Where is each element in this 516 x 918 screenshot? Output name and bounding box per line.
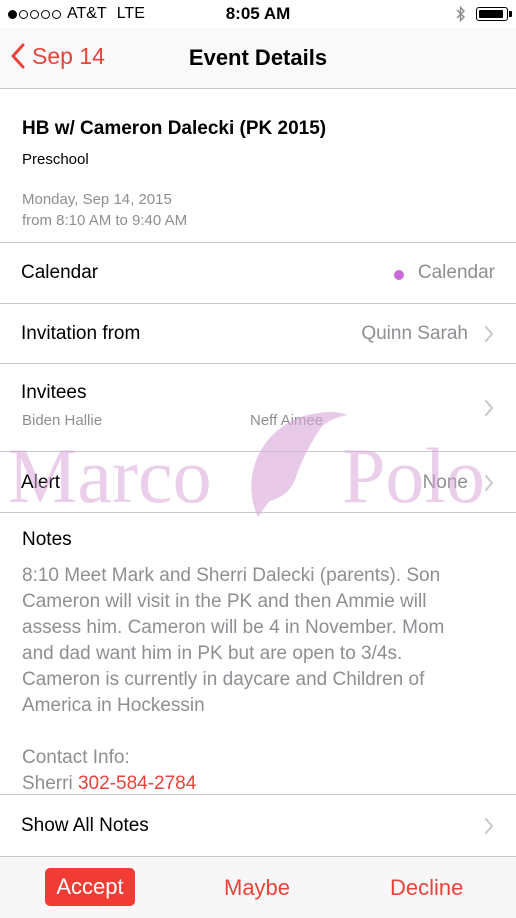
contact-name: Sherri: [22, 773, 73, 794]
contact-info-label: Contact Info:: [22, 747, 130, 768]
chevron-right-icon: [485, 475, 493, 491]
invitation-label: Invitation from: [21, 323, 141, 344]
accept-button[interactable]: Accept: [45, 868, 135, 906]
maybe-button[interactable]: Maybe: [224, 875, 290, 901]
navigation-bar: Sep 14 Event Details: [0, 28, 516, 89]
invitation-row[interactable]: Invitation from Quinn Sarah: [0, 303, 516, 364]
event-location: Preschool: [22, 151, 89, 168]
event-title: HB w/ Cameron Dalecki (PK 2015): [22, 118, 327, 139]
calendar-color-dot: [394, 270, 404, 280]
invitee-name: Neff Aimee: [250, 412, 324, 429]
event-date: Monday, Sep 14, 2015: [22, 191, 172, 208]
notes-label: Notes: [22, 529, 72, 550]
decline-button[interactable]: Decline: [390, 875, 463, 901]
alert-row[interactable]: Alert None: [0, 451, 516, 513]
calendar-label: Calendar: [21, 262, 99, 283]
status-right: [456, 5, 512, 23]
invitation-value: Quinn Sarah: [361, 323, 468, 344]
notes-text: 8:10 Meet Mark and Sherri Dalecki (paren…: [22, 565, 445, 716]
calendar-value: Calendar: [417, 262, 495, 283]
chevron-right-icon: [485, 818, 493, 834]
alert-value: None: [422, 472, 468, 493]
chevron-right-icon: [485, 326, 493, 342]
invitees-label: Invitees: [21, 382, 87, 403]
show-all-notes-row[interactable]: Show All Notes: [0, 794, 516, 856]
event-time-range: from 8:10 AM to 9:40 AM: [22, 212, 188, 229]
status-bar: AT&T LTE 8:05 AM: [0, 0, 516, 28]
status-time: 8:05 AM: [225, 4, 291, 23]
invitees-row[interactable]: Invitees Biden Hallie Neff Aimee: [0, 363, 516, 452]
response-toolbar: Accept Maybe Decline: [0, 856, 516, 918]
event-header: HB w/ Cameron Dalecki (PK 2015) Preschoo…: [22, 118, 326, 168]
notes-section: Notes 8:10 Meet Mark and Sherri Dalecki …: [0, 512, 516, 795]
alert-label: Alert: [21, 472, 61, 493]
page-title: Event Details: [188, 45, 328, 70]
battery-icon: [476, 7, 512, 21]
chevron-right-icon: [485, 400, 493, 416]
bluetooth-icon: [456, 5, 465, 23]
contact-line: Sherri 302-584-2784: [22, 773, 196, 795]
event-datetime: Monday, Sep 14, 2015 from 8:10 AM to 9:4…: [22, 189, 187, 231]
invitee-name: Biden Hallie: [22, 412, 103, 429]
contact-phone-link[interactable]: 302-584-2784: [78, 773, 196, 794]
calendar-row[interactable]: Calendar Calendar: [0, 242, 516, 303]
show-all-notes-label: Show All Notes: [21, 815, 149, 836]
